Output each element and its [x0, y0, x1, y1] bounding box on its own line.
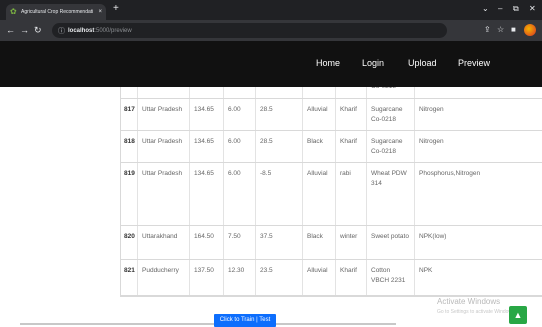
cell-fertilizer: Phosphorus,Nitrogen [414, 163, 542, 225]
cell-p: 6.00 [223, 163, 255, 225]
tab-close-icon[interactable]: × [98, 9, 102, 15]
cell-soil [302, 87, 335, 98]
cell-fertilizer: Nitrogen [414, 99, 542, 130]
cell-crop: Wheat PDW 314 [366, 163, 414, 225]
cell-id: 818 [124, 138, 135, 145]
profile-avatar-icon[interactable] [524, 24, 536, 36]
train-test-button[interactable]: Click to Train | Test [214, 314, 276, 327]
cell-soil: Black [302, 226, 335, 259]
cell-id: 819 [124, 170, 135, 177]
cell-fertilizer: Nitrogen [414, 131, 542, 162]
leaf-icon: ✿ [10, 7, 17, 16]
cell-state [137, 87, 189, 98]
cell-state: Pudducherry [137, 260, 189, 295]
cell-state: Uttar Pradesh [137, 131, 189, 162]
cell-p [223, 87, 255, 98]
tab-title: Agricultural Crop Recommendati [21, 9, 94, 15]
cell-fertilizer [414, 87, 542, 98]
cell-n: 134.65 [189, 131, 223, 162]
cell-soil: Alluvial [302, 260, 335, 295]
cell-state: Uttarakhand [137, 226, 189, 259]
page-content[interactable]: Co-0218 817 Uttar Pradesh 134.65 6.00 28… [0, 87, 542, 327]
cell-temp: 37.5 [255, 226, 302, 259]
table-row: 819 Uttar Pradesh 134.65 6.00 -8.5 Alluv… [121, 163, 542, 226]
nav-login[interactable]: Login [362, 58, 384, 69]
cell-season: rabi [335, 163, 366, 225]
cell-n: 134.65 [189, 99, 223, 130]
table-row: 821 Pudducherry 137.50 12.30 23.5 Alluvi… [121, 260, 542, 296]
cell-soil: Alluvial [302, 163, 335, 225]
cell-p: 12.30 [223, 260, 255, 295]
cell-n: 134.65 [189, 163, 223, 225]
cell-crop: Sweet potato [366, 226, 414, 259]
table-row: 818 Uttar Pradesh 134.65 6.00 28.5 Black… [121, 131, 542, 163]
cell-state: Uttar Pradesh [137, 163, 189, 225]
cell-id: 820 [124, 233, 135, 240]
data-table: Co-0218 817 Uttar Pradesh 134.65 6.00 28… [120, 87, 542, 297]
cell-season [335, 87, 366, 98]
cell-n: 137.50 [189, 260, 223, 295]
cell-id: 817 [124, 106, 135, 113]
minimize-button[interactable]: – [498, 4, 502, 14]
nav-home[interactable]: Home [316, 58, 340, 69]
cell-p: 6.00 [223, 131, 255, 162]
cell-temp: 28.5 [255, 131, 302, 162]
cell-temp [255, 87, 302, 98]
cell-season: Kharif [335, 131, 366, 162]
arrow-up-icon[interactable]: ▲ [509, 306, 527, 324]
puzzle-icon[interactable]: ■ [511, 25, 516, 35]
back-arrow-icon[interactable]: ← [6, 24, 15, 36]
tab-search-icon[interactable]: ⌄ [482, 4, 489, 14]
browser-tab[interactable]: ✿ Agricultural Crop Recommendati × [6, 4, 106, 20]
restore-button[interactable]: ⧉ [513, 4, 519, 14]
cell-temp: 23.5 [255, 260, 302, 295]
nav-preview[interactable]: Preview [458, 58, 490, 69]
horizontal-scrollbar[interactable] [20, 323, 396, 325]
cell-id [121, 87, 137, 98]
cell-crop: Co-0218 [366, 87, 414, 98]
forward-arrow-icon[interactable]: → [20, 24, 29, 36]
nav-upload[interactable]: Upload [408, 58, 437, 69]
url-path: :5000/preview [94, 27, 132, 34]
site-navbar: Home Login Upload Preview [0, 41, 542, 87]
cell-season: Kharif [335, 260, 366, 295]
url-host: localhost [68, 27, 95, 34]
cell-state: Uttar Pradesh [137, 99, 189, 130]
new-tab-button[interactable]: + [113, 3, 119, 15]
cell-n [189, 87, 223, 98]
table-row: 817 Uttar Pradesh 134.65 6.00 28.5 Alluv… [121, 99, 542, 131]
cell-id: 821 [124, 267, 135, 274]
cell-soil: Black [302, 131, 335, 162]
table-row: 820 Uttarakhand 164.50 7.50 37.5 Black w… [121, 226, 542, 260]
url-input[interactable]: ⓘ localhost :5000/preview [52, 23, 447, 38]
close-window-button[interactable]: ✕ [529, 4, 536, 14]
cell-temp: -8.5 [255, 163, 302, 225]
share-icon[interactable]: ⇪ [484, 25, 491, 35]
cell-crop: Cotton VBCH 2231 [366, 260, 414, 295]
cell-season: Kharif [335, 99, 366, 130]
cell-crop: Sugarcane Co-0218 [366, 131, 414, 162]
cell-temp: 28.5 [255, 99, 302, 130]
table-row: Co-0218 [121, 87, 542, 99]
reload-icon[interactable]: ↻ [34, 24, 42, 36]
cell-p: 6.00 [223, 99, 255, 130]
star-icon[interactable]: ☆ [497, 25, 504, 35]
browser-address-bar: ← → ↻ ⓘ localhost :5000/preview ⇪ ☆ ■ [0, 20, 542, 41]
browser-tab-bar: ✿ Agricultural Crop Recommendati × + ⌄ –… [0, 0, 542, 20]
cell-fertilizer: NPK(low) [414, 226, 542, 259]
cell-fertilizer: NPK [414, 260, 542, 295]
cell-crop: Sugarcane Co-0218 [366, 99, 414, 130]
cell-p: 7.50 [223, 226, 255, 259]
cell-n: 164.50 [189, 226, 223, 259]
activate-windows-title: Activate Windows [437, 297, 501, 306]
cell-soil: Alluvial [302, 99, 335, 130]
info-icon[interactable]: ⓘ [58, 26, 65, 36]
cell-season: winter [335, 226, 366, 259]
activate-windows-subtitle: Go to Settings to activate Windows. [437, 309, 516, 315]
